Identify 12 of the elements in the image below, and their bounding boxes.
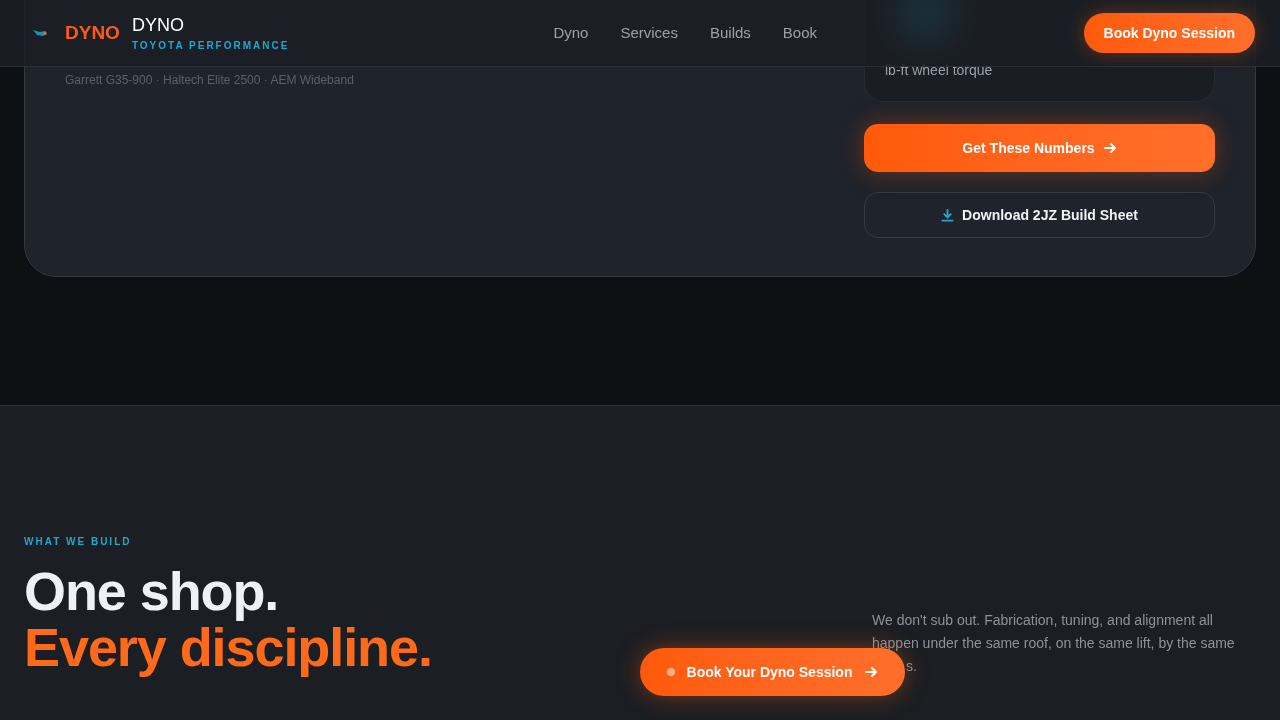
nav-link[interactable]: Book [782, 21, 817, 45]
parts-list: Garrett G35-900 · Haltech Elite 2500 · AEM Wideband [65, 71, 864, 89]
section-eyebrow: WHAT WE BUILD [24, 535, 133, 549]
paragraph-fragment: s. [906, 657, 917, 676]
nav-link[interactable]: Services [620, 21, 678, 45]
logo-text: DYNO [65, 20, 120, 45]
brand-tagline: TOYOTA PERFORMANCE [131, 38, 290, 53]
nav-link[interactable]: Dyno [553, 21, 589, 45]
brand-name: DYNO [131, 13, 185, 36]
headline: One shop. [24, 563, 279, 619]
nav-link[interactable]: Builds [709, 21, 751, 45]
download-button[interactable]: Download 2JZ Build Sheet [864, 192, 1215, 238]
